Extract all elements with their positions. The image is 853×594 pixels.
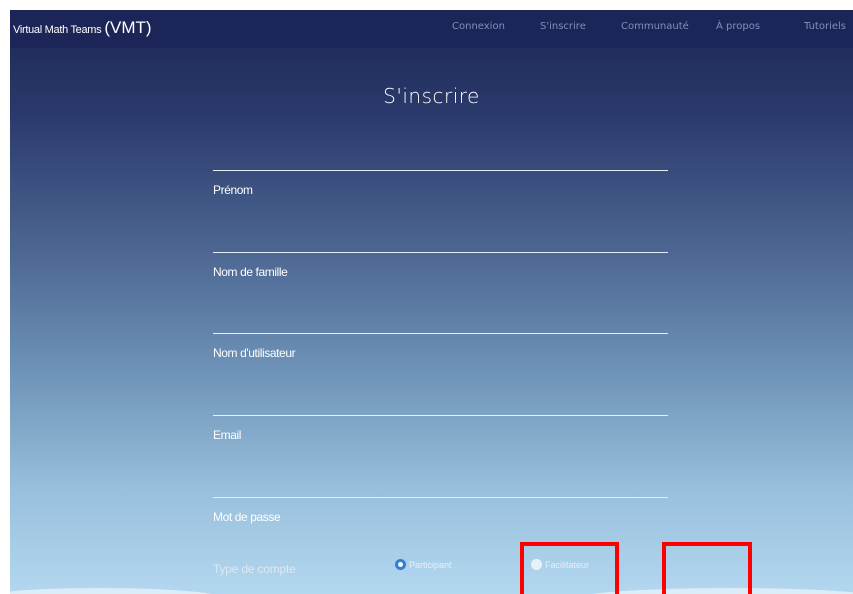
app-window: Virtual Math Teams (VMT) Connexion S'insc… — [10, 10, 853, 594]
username-field: Nom d'utilisateur — [213, 301, 672, 387]
email-input[interactable] — [213, 383, 672, 415]
radio-participant[interactable]: Participant — [395, 559, 452, 570]
username-input[interactable] — [213, 301, 672, 333]
password-label: Mot de passe — [213, 510, 281, 524]
nav-link-connexion[interactable]: Connexion — [452, 21, 505, 32]
username-underline — [213, 333, 668, 334]
last-name-field: Nom de famille — [213, 220, 672, 306]
password-underline — [213, 497, 668, 498]
first-name-field: Prénom — [213, 138, 672, 224]
brand-logo[interactable]: Virtual Math Teams (VMT) — [13, 18, 152, 38]
highlight-box — [520, 542, 619, 594]
brand-name: Virtual Math Teams — [13, 24, 102, 36]
first-name-label: Prénom — [213, 183, 253, 197]
brand-abbreviation: (VMT) — [104, 18, 152, 37]
radio-participant-label: Participant — [409, 559, 452, 570]
radio-checked-icon — [395, 559, 406, 570]
cloud-decoration — [10, 588, 230, 594]
nav-link-a-propos[interactable]: À propos — [716, 21, 760, 32]
first-name-input[interactable] — [213, 138, 672, 170]
account-type-label: Type de compte — [213, 562, 296, 576]
nav-link-sinscrire[interactable]: S'inscrire — [540, 21, 586, 32]
nav-link-communaute[interactable]: Communauté — [621, 21, 689, 32]
top-navbar: Virtual Math Teams (VMT) Connexion S'insc… — [10, 10, 853, 48]
last-name-input[interactable] — [213, 220, 672, 252]
highlight-box — [662, 542, 752, 594]
last-name-underline — [213, 252, 668, 253]
password-input[interactable] — [213, 465, 672, 497]
page-title: S'inscrire — [383, 84, 480, 108]
nav-link-tutoriels[interactable]: Tutoriels — [804, 21, 846, 32]
first-name-underline — [213, 170, 668, 171]
email-label: Email — [213, 428, 242, 442]
last-name-label: Nom de famille — [213, 265, 288, 279]
email-field: Email — [213, 383, 672, 469]
email-underline — [213, 415, 668, 416]
username-label: Nom d'utilisateur — [213, 346, 296, 360]
